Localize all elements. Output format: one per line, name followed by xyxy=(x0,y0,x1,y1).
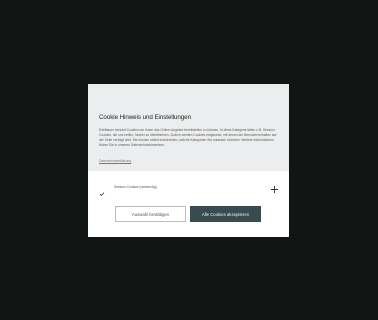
dialog-title: Cookie Hinweis und Einstellungen xyxy=(99,114,191,121)
session-cookies-row[interactable]: Session Cookies (notwendig) xyxy=(99,181,279,197)
check-icon[interactable] xyxy=(99,184,105,197)
confirm-selection-button[interactable]: Auswahl bestätigen xyxy=(115,206,186,222)
cookie-dialog-header: Cookie Hinweis und Einstellungen Edelbau… xyxy=(88,84,289,171)
session-cookies-label: Session Cookies (notwendig) xyxy=(114,185,157,189)
privacy-policy-link[interactable]: Datenschutzerklärung xyxy=(99,159,131,163)
plus-icon[interactable] xyxy=(270,181,279,193)
cookie-dialog: Cookie Hinweis und Einstellungen Edelbau… xyxy=(88,84,289,237)
dialog-description: Edelbauer benutzt Cookies um Ihnen das O… xyxy=(99,128,277,147)
accept-all-cookies-button[interactable]: Alle Cookies akzeptieren xyxy=(190,206,261,222)
